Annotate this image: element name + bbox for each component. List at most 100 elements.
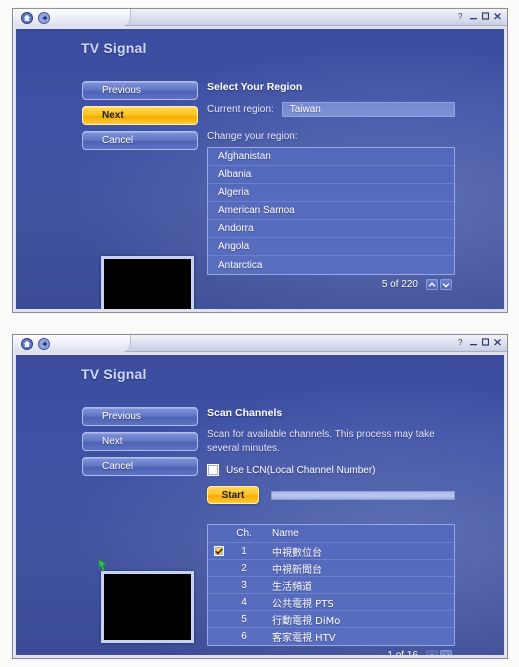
previous-button[interactable]: Previous: [82, 407, 198, 426]
title-bar-tab: [13, 9, 131, 26]
cancel-button-label: Cancel: [102, 461, 134, 472]
table-row[interactable]: 3 生活頻道: [208, 576, 454, 593]
scan-control-row: Start: [207, 486, 455, 504]
channel-number: 1: [241, 545, 247, 557]
start-button-label: Start: [221, 489, 245, 501]
window-content-region: TV Signal Previous Next Cancel Select Yo…: [16, 29, 504, 309]
window-controls: ?: [457, 338, 501, 346]
channel-pager: 1 of 16: [207, 646, 455, 655]
chevron-up-icon[interactable]: [426, 279, 438, 290]
channel-checkbox[interactable]: [214, 546, 224, 556]
svg-text:?: ?: [458, 338, 463, 346]
channel-table: Ch. Name 1 中視數位台 2 中視新聞台 3 生活頻道 4 公共電視 P…: [207, 524, 455, 646]
column-header-name: Name: [272, 528, 299, 539]
nav-button-group: Previous Next Cancel: [82, 407, 198, 476]
row-checkbox-cell[interactable]: [208, 546, 230, 556]
tv-preview-screen[interactable]: [101, 571, 194, 643]
title-bar: ?: [13, 335, 507, 352]
back-arrow-icon[interactable]: [37, 337, 50, 350]
minimize-icon[interactable]: [469, 12, 477, 20]
current-region-row: Current region: Taiwan: [207, 102, 455, 117]
table-row[interactable]: 6 客家電視 HTV: [208, 627, 454, 644]
current-region-value: Taiwan: [281, 102, 455, 117]
chevron-down-icon[interactable]: [440, 650, 452, 655]
previous-button-label: Previous: [102, 411, 141, 422]
tv-preview-container: [101, 256, 194, 309]
scan-description: Scan for available channels. This proces…: [207, 429, 435, 454]
maximize-icon[interactable]: [481, 338, 489, 346]
help-icon[interactable]: ?: [457, 12, 465, 20]
home-icon[interactable]: [20, 337, 33, 350]
scan-pane: Scan Channels Scan for available channel…: [207, 407, 455, 655]
region-page-count: 5 of 220: [381, 279, 418, 290]
window-controls: ?: [457, 12, 501, 20]
channel-number: 2: [241, 562, 247, 574]
previous-button[interactable]: Previous: [82, 81, 198, 100]
region-pager: 5 of 220: [207, 275, 455, 294]
channel-number: 4: [241, 596, 247, 608]
current-region-label: Current region:: [207, 104, 274, 115]
region-name: American Samoa: [218, 205, 295, 216]
tv-signal-window-region: ? TV Signal Previous Next Cancel Select …: [12, 8, 508, 313]
region-name: Angola: [218, 241, 250, 252]
cancel-button[interactable]: Cancel: [82, 131, 198, 150]
back-arrow-icon[interactable]: [37, 11, 50, 24]
table-row[interactable]: 5 行動電視 DiMo: [208, 610, 454, 627]
close-icon[interactable]: [493, 12, 501, 20]
region-pane-heading: Select Your Region: [207, 81, 303, 93]
cancel-button-label: Cancel: [102, 135, 134, 146]
channel-number: 5: [241, 613, 247, 625]
table-row[interactable]: 4 公共電視 PTS: [208, 593, 454, 610]
channel-number: 3: [241, 579, 247, 591]
list-item[interactable]: Afghanistan: [208, 148, 454, 166]
previous-button-label: Previous: [102, 85, 141, 96]
next-button[interactable]: Next: [82, 106, 198, 125]
tv-preview-screen[interactable]: [101, 256, 194, 309]
region-listbox[interactable]: Afghanistan Albania Algeria American Sam…: [207, 147, 455, 275]
channel-number: 6: [241, 630, 247, 642]
list-item[interactable]: Angola: [208, 238, 454, 256]
region-name: Afghanistan: [218, 151, 271, 162]
nav-button-group: Previous Next Cancel: [82, 81, 198, 150]
scan-progress-bar: [271, 490, 455, 500]
channel-pager-buttons: [426, 650, 452, 655]
table-row[interactable]: 2 中視新聞台: [208, 559, 454, 576]
title-bar: ?: [13, 9, 507, 26]
tv-preview-container: [98, 558, 194, 643]
start-button[interactable]: Start: [207, 486, 259, 504]
channel-page-count: 1 of 16: [387, 650, 418, 655]
chevron-down-icon[interactable]: [440, 279, 452, 290]
list-item[interactable]: Albania: [208, 166, 454, 184]
close-icon[interactable]: [493, 338, 501, 346]
region-name: Antarctica: [218, 259, 263, 271]
table-row[interactable]: 1 中視數位台: [208, 542, 454, 559]
list-item[interactable]: Antarctica: [208, 256, 454, 274]
home-icon[interactable]: [20, 11, 33, 24]
page-title: TV Signal: [81, 366, 147, 382]
page-title: TV Signal: [81, 40, 147, 56]
help-icon[interactable]: ?: [457, 338, 465, 346]
change-region-label: Change your region:: [207, 131, 298, 142]
lcn-checkbox[interactable]: [207, 464, 219, 476]
lcn-checkbox-row[interactable]: Use LCN(Local Channel Number): [207, 464, 455, 476]
next-button-label: Next: [102, 110, 124, 121]
scan-pane-heading: Scan Channels: [207, 407, 283, 419]
channel-name: 生活頻道: [272, 581, 312, 593]
minimize-icon[interactable]: [469, 338, 477, 346]
svg-text:?: ?: [458, 12, 463, 20]
chevron-up-icon[interactable]: [426, 650, 438, 655]
cancel-button[interactable]: Cancel: [82, 457, 198, 476]
lcn-checkbox-label: Use LCN(Local Channel Number): [226, 464, 376, 476]
window-content-scan: TV Signal Previous Next Cancel Scan Chan…: [16, 355, 504, 655]
next-button[interactable]: Next: [82, 432, 198, 451]
maximize-icon[interactable]: [481, 12, 489, 20]
list-item[interactable]: American Samoa: [208, 202, 454, 220]
region-name: Andorra: [218, 223, 254, 234]
region-name: Algeria: [218, 187, 250, 198]
channel-name: 行動電視 DiMo: [272, 615, 341, 627]
screenshot-root: ? TV Signal Previous Next Cancel Select …: [0, 0, 519, 667]
list-item[interactable]: Andorra: [208, 220, 454, 238]
green-cursor-icon: [98, 558, 108, 572]
list-item[interactable]: Algeria: [208, 184, 454, 202]
region-name: Albania: [218, 169, 252, 180]
